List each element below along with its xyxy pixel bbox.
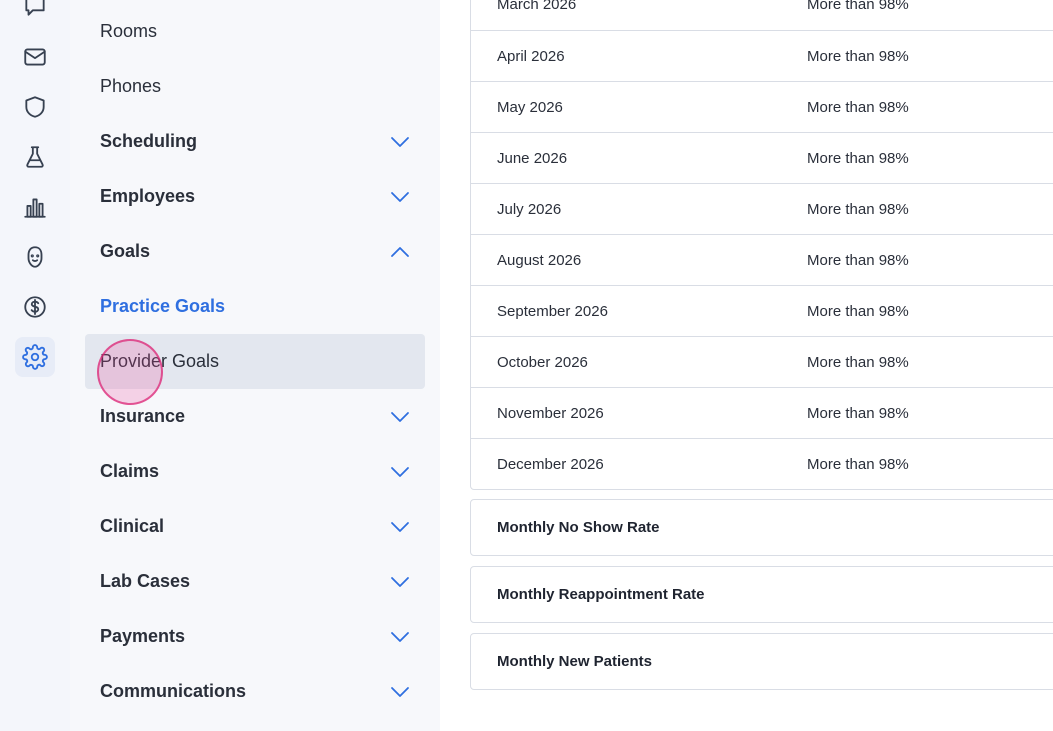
goal-target: More than 98% [807,353,909,371]
chevron-down-icon [391,136,409,147]
nav-section-scheduling[interactable]: Scheduling [85,114,425,169]
rail-item-mail[interactable] [15,37,55,77]
nav-item-practice-goals[interactable]: Practice Goals [85,279,425,334]
nav-section-communications[interactable]: Communications [85,664,425,719]
goal-month: September 2026 [497,302,608,320]
table-row[interactable]: May 2026 More than 98% [471,81,1053,132]
nav-section-goals[interactable]: Goals [85,224,425,279]
nav-section-claims[interactable]: Claims [85,444,425,499]
chevron-down-icon [391,631,409,642]
rail-item-lab[interactable] [15,137,55,177]
rail-item-reports[interactable] [15,187,55,227]
table-row[interactable]: August 2026 More than 98% [471,234,1053,285]
chevron-down-icon [391,411,409,422]
shield-icon [25,96,45,118]
goal-target: More than 98% [807,149,909,167]
nav-section-label: Payments [100,626,186,646]
chevron-down-icon [391,191,409,202]
goal-target: More than 98% [807,455,909,473]
monthly-goal-table: March 2026 More than 98% April 2026 More… [470,0,1053,490]
chat-bubble-icon [25,0,45,16]
table-row[interactable]: September 2026 More than 98% [471,285,1053,336]
nav-item-provider-goals[interactable]: Provider Goals [85,334,425,389]
goal-card-new-patients[interactable]: Monthly New Patients [470,633,1053,690]
goal-month: March 2026 [497,0,577,13]
nav-item-label: Rooms [100,21,158,41]
mail-icon [24,48,46,66]
main-content: March 2026 More than 98% April 2026 More… [440,0,1053,731]
goal-month: August 2026 [497,251,582,269]
rail-item-shield[interactable] [15,87,55,127]
nav-item-label: Provider Goals [100,351,220,371]
goal-month: April 2026 [497,47,565,65]
chevron-down-icon [391,686,409,697]
dollar-circle-icon [24,296,46,318]
nav-section-label: Scheduling [100,131,198,151]
nav-section-label: Lab Cases [100,571,191,591]
table-row[interactable]: July 2026 More than 98% [471,183,1053,234]
nav-section-label: Employees [100,186,196,206]
rail-item-chat[interactable] [15,0,55,26]
nav-section-label: Insurance [100,406,186,426]
nav-section-payments[interactable]: Payments [85,609,425,664]
patient-icon [27,246,43,268]
chevron-down-icon [391,521,409,532]
goal-card-no-show-rate[interactable]: Monthly No Show Rate [470,499,1053,556]
nav-item-label: Phones [100,76,162,96]
goal-target: More than 98% [807,200,909,218]
table-row[interactable]: November 2026 More than 98% [471,387,1053,438]
chevron-down-icon [391,576,409,587]
goal-month: July 2026 [497,200,562,218]
rail-item-patients[interactable] [15,237,55,277]
nav-section-lab-cases[interactable]: Lab Cases [85,554,425,609]
flask-icon [26,146,44,168]
goal-target: More than 98% [807,404,909,422]
goal-card-title: Monthly No Show Rate [497,519,660,536]
goal-target: More than 98% [807,0,909,13]
table-row[interactable]: March 2026 More than 98% [471,0,1053,30]
nav-section-insurance[interactable]: Insurance [85,389,425,444]
goal-card-reappointment-rate[interactable]: Monthly Reappointment Rate [470,566,1053,623]
chevron-up-icon [391,246,409,257]
settings-nav: Rooms Phones Scheduling Employees Goals … [70,0,440,731]
nav-section-label: Communications [100,681,247,701]
icon-rail [0,0,70,731]
goal-month: December 2026 [497,455,604,473]
goal-month: June 2026 [497,149,568,167]
gear-icon [22,344,48,370]
goal-month: October 2026 [497,353,588,371]
chevron-down-icon [391,466,409,477]
goal-card-title: Monthly New Patients [497,653,653,670]
rail-item-billing[interactable] [15,287,55,327]
rail-item-settings[interactable] [15,337,55,377]
goal-card-title: Monthly Reappointment Rate [497,586,705,603]
bar-chart-icon [24,198,46,218]
nav-item-rooms[interactable]: Rooms [85,4,425,59]
nav-section-label: Clinical [100,516,165,536]
table-row[interactable]: December 2026 More than 98% [471,438,1053,489]
table-row[interactable]: October 2026 More than 98% [471,336,1053,387]
goal-target: More than 98% [807,302,909,320]
goal-month: November 2026 [497,404,604,422]
nav-section-label: Claims [100,461,160,481]
table-row[interactable]: June 2026 More than 98% [471,132,1053,183]
goal-target: More than 98% [807,98,909,116]
nav-section-label: Goals [100,241,151,261]
goal-target: More than 98% [807,251,909,269]
nav-section-clinical[interactable]: Clinical [85,499,425,554]
nav-item-phones[interactable]: Phones [85,59,425,114]
table-row[interactable]: April 2026 More than 98% [471,30,1053,81]
nav-item-label: Practice Goals [100,296,226,316]
nav-section-employees[interactable]: Employees [85,169,425,224]
goal-month: May 2026 [497,98,563,116]
goal-target: More than 98% [807,47,909,65]
